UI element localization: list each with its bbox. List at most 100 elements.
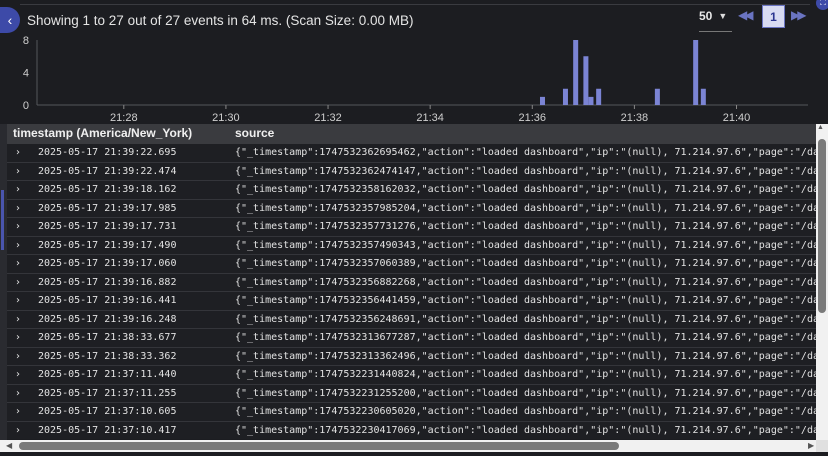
row-timestamp: 2025-05-17 21:39:22.695 — [38, 147, 177, 158]
left-gutter-marker — [1, 190, 4, 250]
table-row[interactable]: › 2025-05-17 21:39:16.441 {"_timestamp":17… — [7, 292, 816, 311]
fullscreen-icon[interactable]: ⛶ — [816, 0, 828, 10]
table-row[interactable]: › 2025-05-17 21:37:10.605 {"_timestamp":17… — [7, 403, 816, 422]
chevron-right-icon[interactable]: › — [16, 258, 20, 269]
row-timestamp: 2025-05-17 21:39:16.882 — [38, 276, 177, 288]
chevron-right-icon[interactable]: › — [16, 147, 20, 158]
table-row[interactable]: › 2025-05-17 21:39:17.490 {"_timestamp":17… — [7, 237, 816, 255]
row-source: {"_timestamp":1747532356882268,"action":… — [235, 276, 816, 288]
histogram-bar[interactable] — [693, 40, 699, 105]
double-chevron-left-icon: ◀◀ — [738, 8, 754, 22]
chevron-right-icon[interactable]: › — [16, 369, 20, 380]
row-source: {"_timestamp":1747532358162032,"action":… — [235, 184, 816, 195]
x-tick-label: 21:32 — [314, 112, 342, 124]
events-histogram: 8 4 0 21:28 21:30 21:32 21:34 21:36 21:38 21:40 — [23, 35, 808, 124]
chevron-right-icon[interactable]: › — [16, 406, 20, 417]
table-row[interactable]: › 2025-05-17 21:38:33.677 {"_timestamp":17… — [7, 329, 816, 348]
histogram-bar[interactable] — [654, 88, 660, 105]
chevron-right-icon[interactable]: › — [16, 295, 20, 306]
chevron-right-icon[interactable]: › — [16, 332, 20, 343]
table-row[interactable]: › 2025-05-17 21:39:18.162 {"_timestamp":17… — [7, 181, 816, 200]
row-source: {"_timestamp":1747532356441459,"action":… — [235, 295, 816, 306]
row-source: {"_timestamp":1747532362695462,"action":… — [235, 147, 816, 158]
row-timestamp: 2025-05-17 21:39:16.248 — [38, 313, 177, 325]
current-page-button[interactable]: 1 — [762, 5, 785, 28]
row-timestamp: 2025-05-17 21:37:10.417 — [38, 424, 177, 436]
next-page-button[interactable]: ▶▶ — [791, 8, 807, 22]
vertical-scroll-thumb[interactable] — [818, 139, 826, 313]
row-timestamp: 2025-05-17 21:39:17.060 — [38, 258, 177, 269]
table-row[interactable]: › 2025-05-17 21:39:17.985 {"_timestamp":17… — [7, 200, 816, 218]
table-row[interactable]: › 2025-05-17 21:37:11.440 {"_timestamp":17… — [7, 366, 816, 385]
scrollbar-corner — [816, 440, 828, 452]
table-body: › 2025-05-17 21:39:22.695 {"_timestamp":17… — [7, 144, 816, 439]
row-timestamp: 2025-05-17 21:38:33.677 — [38, 332, 177, 343]
horizontal-scroll-thumb[interactable] — [19, 442, 619, 450]
chevron-right-icon[interactable]: › — [16, 221, 20, 232]
log-search-results-panel: ‹ Showing 1 to 27 out of 27 events in 64… — [0, 0, 828, 456]
table-row[interactable]: › 2025-05-17 21:38:33.362 {"_timestamp":17… — [7, 348, 816, 366]
previous-page-button[interactable]: ◀◀ — [738, 8, 754, 22]
table-row[interactable]: › 2025-05-17 21:39:17.060 {"_timestamp":17… — [7, 255, 816, 274]
chart-grid — [36, 40, 808, 109]
histogram-bar[interactable] — [573, 40, 579, 105]
column-header-source[interactable]: source — [235, 126, 274, 140]
chevron-right-icon[interactable]: › — [16, 277, 20, 288]
page-size-underline — [699, 31, 732, 32]
histogram-bar[interactable] — [588, 96, 594, 105]
x-tick-label: 21:30 — [212, 112, 240, 124]
row-source: {"_timestamp":1747532230605020,"action":… — [235, 406, 816, 417]
row-source: {"_timestamp":1747532230417069,"action":… — [235, 424, 816, 436]
row-timestamp: 2025-05-17 21:39:17.731 — [38, 221, 177, 232]
row-source: {"_timestamp":1747532231255200,"action":… — [235, 387, 816, 399]
table-row[interactable]: › 2025-05-17 21:37:10.417 {"_timestamp":17… — [7, 422, 816, 440]
chevron-right-icon[interactable]: › — [16, 240, 20, 251]
chart-bars — [539, 40, 706, 105]
scroll-up-icon[interactable]: ▲ — [817, 124, 824, 131]
row-timestamp: 2025-05-17 21:39:16.441 — [38, 295, 177, 306]
collapse-panel-button[interactable]: ‹ — [0, 7, 20, 33]
row-source: {"_timestamp":1747532356248691,"action":… — [235, 313, 816, 325]
histogram-bar[interactable] — [562, 88, 568, 105]
table-row[interactable]: › 2025-05-17 21:37:11.255 {"_timestamp":17… — [7, 385, 816, 403]
chevron-right-icon[interactable]: › — [16, 203, 20, 214]
table-row[interactable]: › 2025-05-17 21:39:22.474 {"_timestamp":17… — [7, 163, 816, 181]
results-summary: Showing 1 to 27 out of 27 events in 64 m… — [27, 13, 414, 28]
chevron-left-icon: ‹ — [7, 12, 13, 28]
double-chevron-right-icon: ▶▶ — [791, 8, 807, 22]
row-source: {"_timestamp":1747532313677287,"action":… — [235, 332, 816, 343]
x-tick-label: 21:28 — [110, 112, 138, 124]
chevron-right-icon[interactable]: › — [16, 184, 20, 195]
row-timestamp: 2025-05-17 21:37:11.255 — [38, 387, 177, 399]
scroll-left-icon[interactable]: ◀ — [6, 441, 12, 450]
row-source: {"_timestamp":1747532357731276,"action":… — [235, 221, 816, 232]
table-header: timestamp (America/New_York) source — [7, 124, 816, 144]
row-timestamp: 2025-05-17 21:38:33.362 — [38, 350, 177, 362]
row-timestamp: 2025-05-17 21:39:22.474 — [38, 165, 177, 177]
table-row[interactable]: › 2025-05-17 21:39:17.731 {"_timestamp":17… — [7, 218, 816, 237]
chart-labels: 8 4 0 21:28 21:30 21:32 21:34 21:36 21:38 21:40 — [23, 35, 750, 124]
chevron-right-icon[interactable]: › — [16, 388, 20, 399]
histogram-bar[interactable] — [539, 96, 545, 105]
row-source: {"_timestamp":1747532362474147,"action":… — [235, 165, 816, 177]
chevron-right-icon[interactable]: › — [16, 314, 20, 325]
column-header-timestamp[interactable]: timestamp (America/New_York) — [13, 126, 192, 140]
row-source: {"_timestamp":1747532231440824,"action":… — [235, 369, 816, 380]
chevron-right-icon[interactable]: › — [16, 166, 20, 177]
table-row[interactable]: › 2025-05-17 21:39:16.882 {"_timestamp":17… — [7, 274, 816, 292]
row-timestamp: 2025-05-17 21:37:10.605 — [38, 406, 177, 417]
chevron-right-icon[interactable]: › — [16, 425, 20, 436]
histogram-bar[interactable] — [596, 88, 602, 105]
row-source: {"_timestamp":1747532313362496,"action":… — [235, 350, 816, 362]
row-source: {"_timestamp":1747532357060389,"action":… — [235, 258, 816, 269]
table-row[interactable]: › 2025-05-17 21:39:16.248 {"_timestamp":17… — [7, 311, 816, 329]
table-row[interactable]: › 2025-05-17 21:39:22.695 {"_timestamp":17… — [7, 144, 816, 163]
page-size-value: 50 — [699, 9, 713, 23]
top-divider — [20, 4, 810, 5]
scroll-right-icon[interactable]: ▶ — [808, 441, 814, 450]
chevron-right-icon[interactable]: › — [16, 351, 20, 362]
histogram-bar[interactable] — [700, 88, 706, 105]
histogram-bar[interactable] — [583, 56, 589, 105]
page-size-select[interactable]: 50 ▼ — [699, 9, 727, 23]
row-source: {"_timestamp":1747532357985204,"action":… — [235, 202, 816, 214]
